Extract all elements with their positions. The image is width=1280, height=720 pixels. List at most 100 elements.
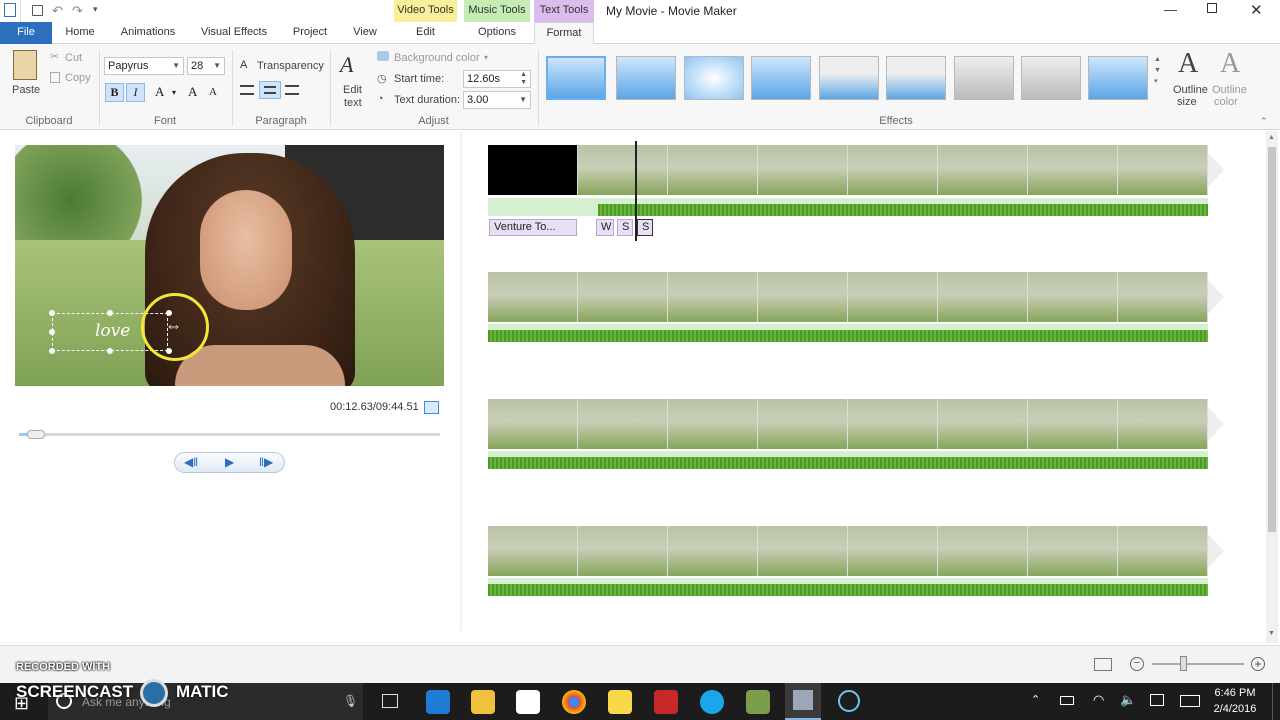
edit-text-button-line2[interactable]: text — [344, 97, 362, 109]
next-frame-button[interactable]: ‖▶ — [259, 455, 273, 469]
resize-handle[interactable] — [49, 348, 55, 354]
outline-size-button-line2[interactable]: size — [1177, 96, 1197, 108]
audio-track[interactable] — [488, 198, 1208, 216]
video-frame[interactable] — [488, 399, 578, 449]
chevron-down-icon[interactable]: ▾ — [172, 88, 176, 97]
effect-thumbnail[interactable] — [751, 56, 811, 100]
video-frame[interactable] — [668, 145, 758, 195]
video-frame[interactable] — [848, 145, 938, 195]
effect-thumbnail[interactable] — [546, 56, 606, 100]
tab-project[interactable]: Project — [284, 22, 336, 44]
effect-thumbnail[interactable] — [1088, 56, 1148, 100]
tab-edit[interactable]: Edit — [394, 22, 457, 44]
microphone-icon[interactable]: 🎙 — [343, 694, 358, 708]
font-color-button[interactable]: A — [155, 84, 164, 100]
volume-icon[interactable]: 🔈 — [1120, 692, 1136, 708]
tab-format[interactable]: Format — [534, 22, 594, 44]
resize-handle[interactable] — [49, 329, 55, 335]
video-frame[interactable] — [578, 145, 668, 195]
resize-handle[interactable] — [166, 348, 172, 354]
undo-icon[interactable]: ↶ — [52, 3, 63, 19]
video-frame[interactable] — [1118, 145, 1208, 195]
screencast-o-matic-icon[interactable] — [838, 690, 860, 712]
battery-icon[interactable] — [1060, 696, 1074, 705]
restore-button[interactable] — [1207, 3, 1217, 13]
outline-color-button-line2[interactable]: color — [1214, 96, 1238, 108]
transparency-button[interactable]: Transparency — [257, 60, 324, 72]
tab-options[interactable]: Options — [464, 22, 530, 44]
video-frame[interactable] — [668, 526, 758, 576]
video-frame[interactable] — [578, 272, 668, 322]
previous-frame-button[interactable]: ◀‖ — [184, 455, 198, 469]
tab-visual-effects[interactable]: Visual Effects — [194, 22, 274, 44]
effect-thumbnail[interactable] — [1021, 56, 1081, 100]
caption-clip-selected[interactable]: S — [637, 219, 653, 236]
caption-clip[interactable]: Venture To... — [489, 219, 577, 236]
caption-clip[interactable]: W — [596, 219, 614, 236]
minimize-button[interactable]: — — [1164, 2, 1177, 17]
effect-thumbnail[interactable] — [954, 56, 1014, 100]
video-frame[interactable] — [1118, 526, 1208, 576]
resize-handle[interactable] — [107, 348, 113, 354]
notification-icon[interactable] — [1150, 694, 1164, 706]
video-frame[interactable] — [758, 399, 848, 449]
video-frame[interactable] — [578, 526, 668, 576]
pane-divider[interactable] — [460, 131, 462, 631]
collapse-ribbon-icon[interactable]: ⌃ — [1260, 116, 1268, 127]
zoom-in-button[interactable]: + — [1251, 657, 1265, 671]
video-frame[interactable] — [848, 399, 938, 449]
video-frame[interactable] — [1028, 526, 1118, 576]
scroll-up-icon[interactable]: ▲ — [1268, 134, 1275, 141]
video-frame[interactable] — [1118, 399, 1208, 449]
video-frame[interactable] — [848, 526, 938, 576]
quick-access-dropdown-icon[interactable]: ▾ — [93, 4, 98, 15]
video-frame[interactable] — [758, 272, 848, 322]
audio-track[interactable] — [488, 324, 1208, 342]
storyboard-row[interactable] — [488, 526, 1224, 576]
video-frame[interactable] — [758, 145, 848, 195]
cut-button[interactable]: Cut — [65, 52, 82, 64]
zoom-slider[interactable] — [1152, 663, 1244, 665]
edit-text-button[interactable]: Edit — [343, 84, 362, 96]
font-family-select[interactable]: Papyrus ▼ — [104, 57, 184, 75]
tab-view[interactable]: View — [344, 22, 386, 44]
folder-icon[interactable] — [608, 690, 632, 714]
video-preview[interactable]: love ⇔ — [15, 145, 444, 386]
align-center-button[interactable] — [259, 81, 281, 99]
video-frame[interactable] — [488, 526, 578, 576]
effect-thumbnail[interactable] — [886, 56, 946, 100]
tab-home[interactable]: Home — [56, 22, 104, 44]
video-frame[interactable] — [1118, 272, 1208, 322]
chevron-down-icon[interactable]: ▾ — [484, 53, 488, 62]
outline-color-icon[interactable]: A — [1220, 48, 1240, 80]
storyboard-row[interactable] — [488, 399, 1224, 449]
effect-thumbnail[interactable] — [684, 56, 744, 100]
app-icon[interactable] — [746, 690, 770, 714]
thumbnail-size-icon[interactable] — [1094, 658, 1112, 671]
video-frame[interactable] — [1028, 272, 1118, 322]
file-explorer-icon[interactable] — [471, 690, 495, 714]
caption-clip[interactable]: S — [617, 219, 633, 236]
video-frame[interactable] — [938, 145, 1028, 195]
tab-animations[interactable]: Animations — [112, 22, 184, 44]
zoom-slider-thumb[interactable] — [1180, 656, 1187, 671]
title-frame[interactable] — [488, 145, 578, 195]
resize-handle[interactable] — [107, 310, 113, 316]
app-icon[interactable] — [654, 690, 678, 714]
bold-button[interactable]: B — [105, 83, 124, 102]
edit-text-icon[interactable]: A — [340, 52, 353, 78]
outline-color-button[interactable]: Outline — [1212, 84, 1247, 96]
start-time-stepper[interactable]: 12.60s ▲ ▼ — [463, 70, 531, 88]
audio-track[interactable] — [488, 578, 1208, 596]
play-button[interactable]: ▶ — [225, 455, 234, 469]
gallery-scroll-icon[interactable]: ▲ ▼ ▾ — [1154, 54, 1161, 87]
scroll-thumb[interactable] — [1268, 147, 1276, 532]
redo-icon[interactable]: ↷ — [72, 3, 83, 19]
grow-font-button[interactable]: A — [188, 84, 197, 100]
video-frame[interactable] — [668, 399, 758, 449]
shrink-font-button[interactable]: A — [209, 86, 217, 98]
vertical-scrollbar[interactable]: ▲ ▼ — [1266, 131, 1278, 643]
zoom-out-button[interactable]: − — [1130, 657, 1144, 671]
video-frame[interactable] — [578, 399, 668, 449]
background-color-button[interactable]: Background color — [394, 52, 480, 64]
